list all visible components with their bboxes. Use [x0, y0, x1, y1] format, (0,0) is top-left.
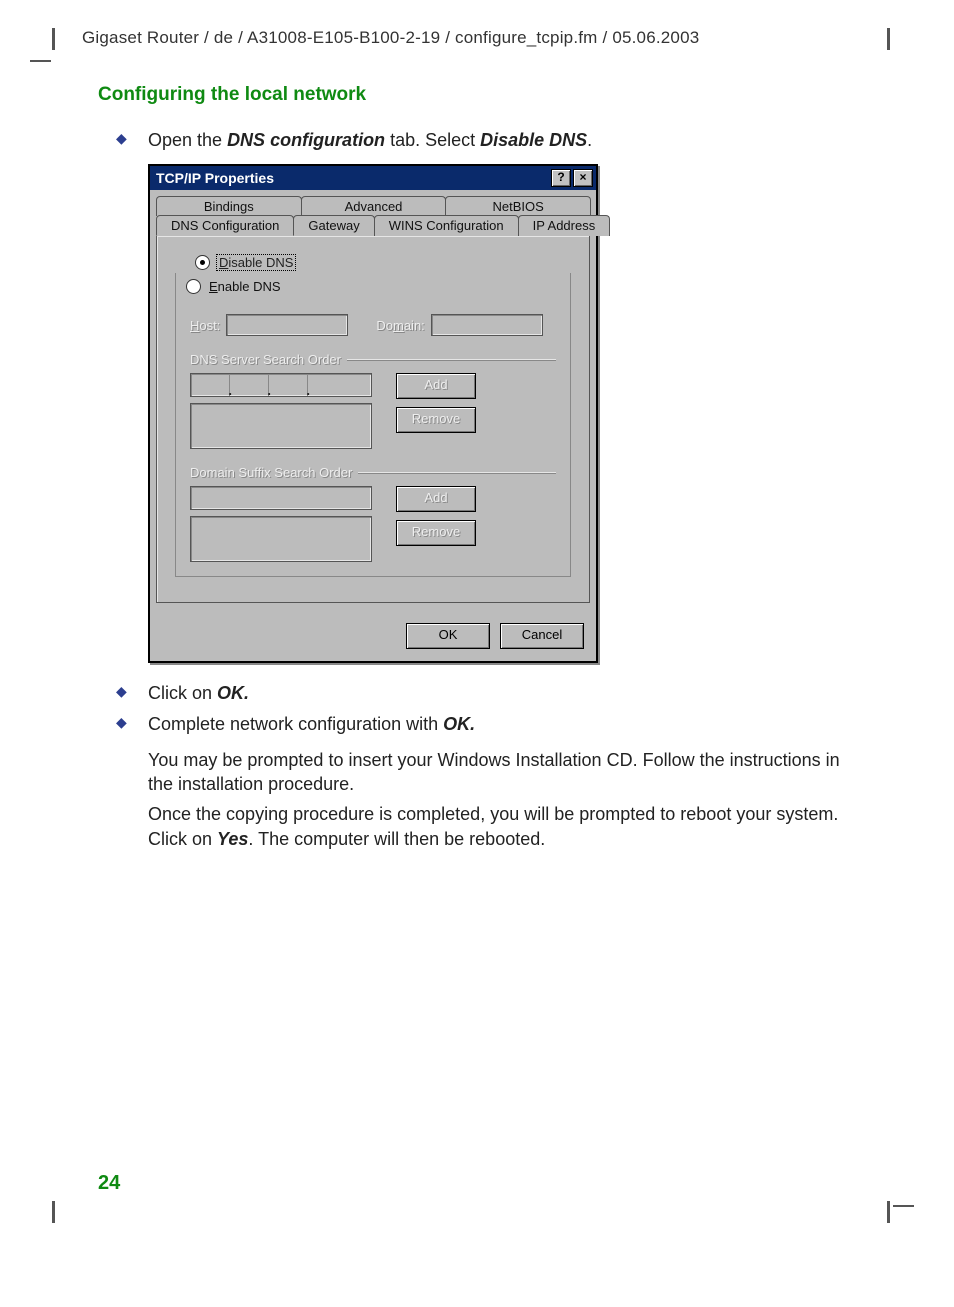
tab-bindings[interactable]: Bindings	[156, 196, 302, 216]
ok-button[interactable]: OK	[406, 623, 490, 649]
suffix-input[interactable]	[190, 486, 372, 510]
page-content: Open the DNS configuration tab. Select D…	[98, 122, 864, 857]
radio-disable-dns[interactable]: Disable DNS	[195, 254, 571, 271]
crop-mark	[30, 60, 51, 62]
paragraph: Once the copying procedure is completed,…	[148, 802, 864, 851]
help-button[interactable]: ?	[551, 169, 571, 187]
paragraph: You may be prompted to insert your Windo…	[148, 748, 864, 797]
suffix-search-order-label: Domain Suffix Search Order	[190, 465, 352, 480]
dns-ip-input[interactable]	[190, 373, 372, 397]
suffix-remove-button[interactable]: Remove	[396, 520, 476, 546]
text: Complete network configuration with	[148, 714, 443, 734]
host-input[interactable]	[226, 314, 348, 336]
page-number: 24	[98, 1172, 120, 1195]
dialog-title: TCP/IP Properties	[156, 170, 549, 186]
crop-mark	[887, 1201, 890, 1223]
tab-row-front: DNS Configuration Gateway WINS Configura…	[156, 215, 590, 236]
crop-mark	[893, 1205, 914, 1207]
text: .	[587, 130, 592, 150]
emphasis: DNS configuration	[227, 130, 385, 150]
emphasis: OK.	[217, 683, 249, 703]
cancel-button[interactable]: Cancel	[500, 623, 584, 649]
crop-mark	[52, 1201, 55, 1223]
radio-label: Disable DNS	[216, 254, 296, 271]
instruction-item: Complete network configuration with OK.	[98, 712, 864, 736]
tab-gateway[interactable]: Gateway	[293, 215, 374, 236]
dialog-titlebar: TCP/IP Properties ? ×	[150, 166, 596, 190]
instruction-item: Click on OK.	[98, 681, 864, 705]
emphasis: Yes	[217, 829, 248, 849]
domain-label: Domain:	[376, 318, 424, 333]
radio-label: Enable DNS	[207, 279, 283, 294]
tab-advanced[interactable]: Advanced	[301, 196, 447, 216]
domain-input[interactable]	[431, 314, 543, 336]
tab-wins-configuration[interactable]: WINS Configuration	[374, 215, 519, 236]
close-button[interactable]: ×	[573, 169, 593, 187]
emphasis: OK.	[443, 714, 475, 734]
text: Click on	[148, 683, 217, 703]
tab-netbios[interactable]: NetBIOS	[445, 196, 591, 216]
text: Open the	[148, 130, 227, 150]
radio-enable-dns[interactable]: Enable DNS	[186, 279, 552, 294]
tab-ip-address[interactable]: IP Address	[518, 215, 611, 236]
emphasis: Disable DNS	[480, 130, 587, 150]
tab-row-back: Bindings Advanced NetBIOS	[156, 196, 590, 216]
section-title: Configuring the local network	[98, 84, 366, 106]
tab-dns-configuration[interactable]: DNS Configuration	[156, 215, 294, 236]
text: tab. Select	[385, 130, 480, 150]
suffix-list[interactable]	[190, 516, 372, 562]
tcpip-properties-dialog-screenshot: TCP/IP Properties ? × Bindings Advanced …	[148, 164, 598, 663]
dns-server-list[interactable]	[190, 403, 372, 449]
text: . The computer will then be rebooted.	[248, 829, 545, 849]
document-header-path: Gigaset Router / de / A31008-E105-B100-2…	[82, 28, 699, 48]
host-label: Host:	[190, 318, 220, 333]
dialog-footer: OK Cancel	[150, 613, 596, 661]
crop-mark	[52, 28, 55, 50]
suffix-add-button[interactable]: Add	[396, 486, 476, 512]
dns-search-order-label: DNS Server Search Order	[190, 352, 341, 367]
dns-add-button[interactable]: Add	[396, 373, 476, 399]
dns-remove-button[interactable]: Remove	[396, 407, 476, 433]
radio-icon	[195, 255, 210, 270]
instruction-item: Open the DNS configuration tab. Select D…	[98, 128, 864, 152]
crop-mark	[887, 28, 890, 50]
radio-icon	[186, 279, 201, 294]
enable-dns-group: Enable DNS Host: Domain: DNS Serv	[175, 273, 571, 577]
dns-config-panel: Disable DNS Enable DNS Host: Domain:	[156, 235, 590, 603]
